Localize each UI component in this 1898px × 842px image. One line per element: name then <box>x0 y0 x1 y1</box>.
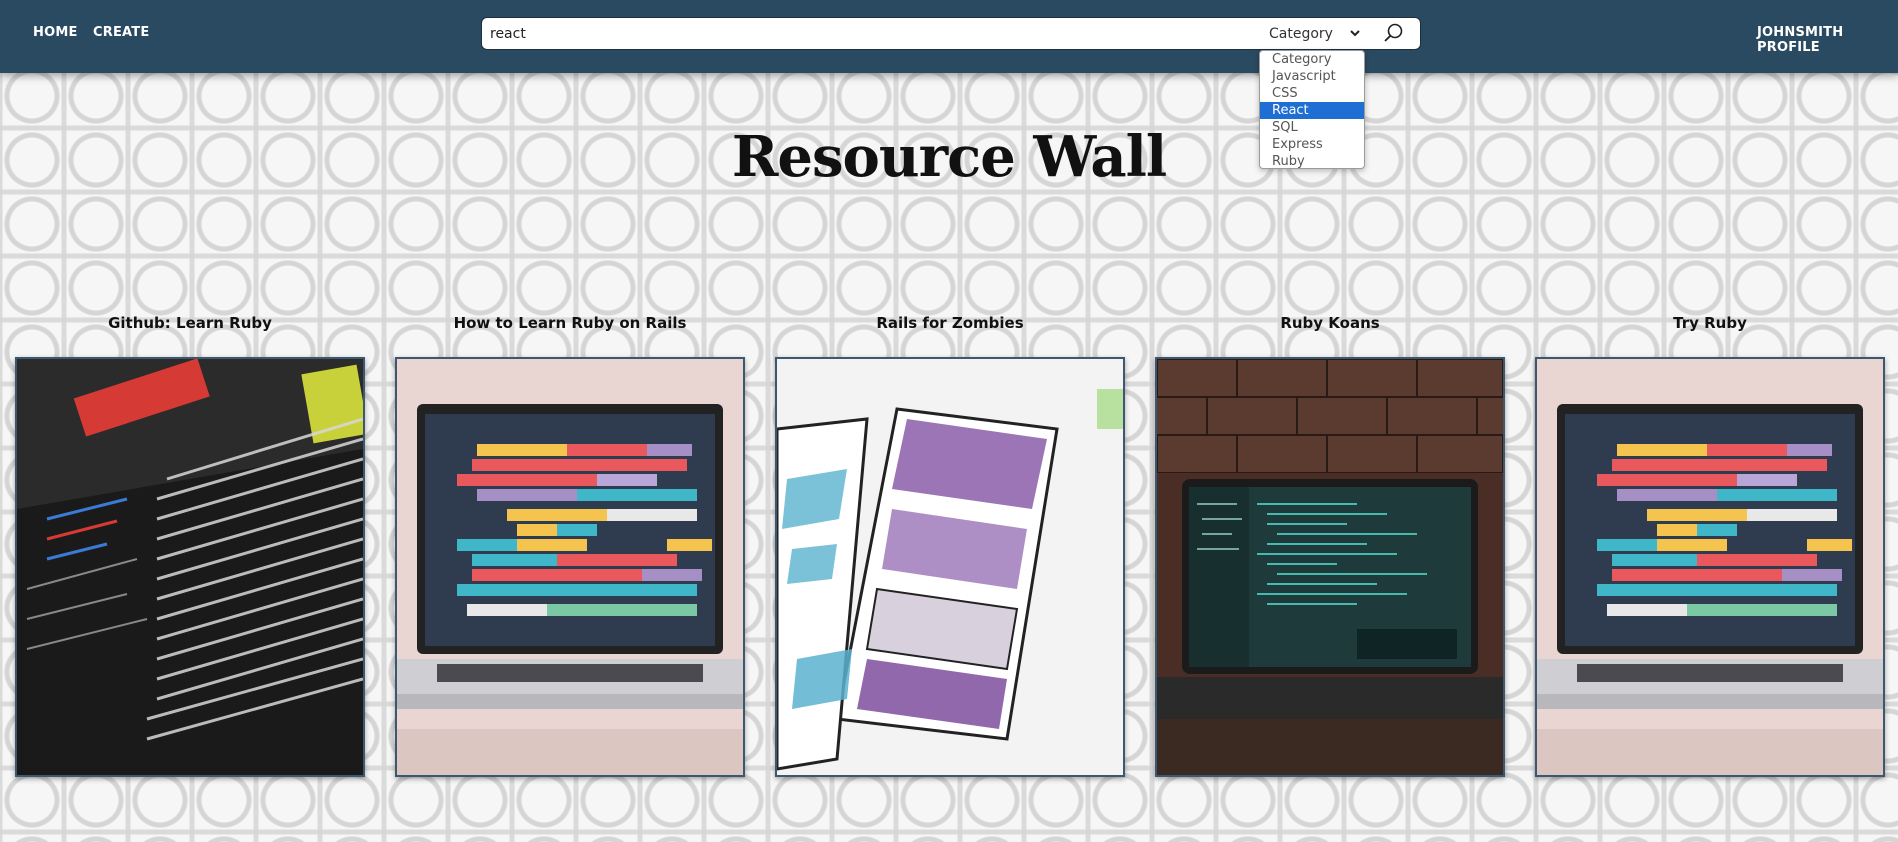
search-input[interactable] <box>490 22 1230 46</box>
card-image-laptop[interactable] <box>1535 357 1885 777</box>
nav-profile-link[interactable]: JOHNSMITH PROFILE <box>1757 25 1898 55</box>
card-image-wireframe[interactable] <box>775 357 1125 777</box>
card-title[interactable]: Rails for Zombies <box>775 314 1125 338</box>
card-title[interactable]: Github: Learn Ruby <box>15 314 365 338</box>
card-title[interactable]: Ruby Koans <box>1155 314 1505 338</box>
search-bar: Category <box>481 17 1421 50</box>
dropdown-option-category[interactable]: Category <box>1260 51 1364 68</box>
resource-card: Rails for Zombies <box>775 314 1125 777</box>
resource-card: Ruby Koans <box>1155 314 1505 777</box>
magnifier-icon <box>1382 23 1406 51</box>
dropdown-option-javascript[interactable]: Javascript <box>1260 68 1364 85</box>
resource-card: Github: Learn Ruby <box>15 314 365 777</box>
navbar: HOME CREATE Category JOHNSMITH PROFILE <box>0 0 1898 73</box>
nav-create-link[interactable]: CREATE <box>93 25 149 40</box>
resource-card: Try Ruby <box>1535 314 1885 777</box>
card-image-laptop[interactable] <box>395 357 745 777</box>
dropdown-option-css[interactable]: CSS <box>1260 85 1364 102</box>
card-title[interactable]: Try Ruby <box>1535 314 1885 338</box>
nav-home-link[interactable]: HOME <box>33 25 78 40</box>
category-select-label: Category <box>1269 26 1333 42</box>
dropdown-option-react[interactable]: React <box>1260 102 1364 119</box>
card-title[interactable]: How to Learn Ruby on Rails <box>395 314 745 338</box>
card-image-terminal[interactable] <box>15 357 365 777</box>
search-button[interactable] <box>1382 21 1412 47</box>
page-title: Resource Wall <box>731 124 1167 190</box>
resource-card: How to Learn Ruby on Rails <box>395 314 745 777</box>
card-image-code-laptop[interactable] <box>1155 357 1505 777</box>
category-select[interactable]: Category <box>1269 21 1369 47</box>
